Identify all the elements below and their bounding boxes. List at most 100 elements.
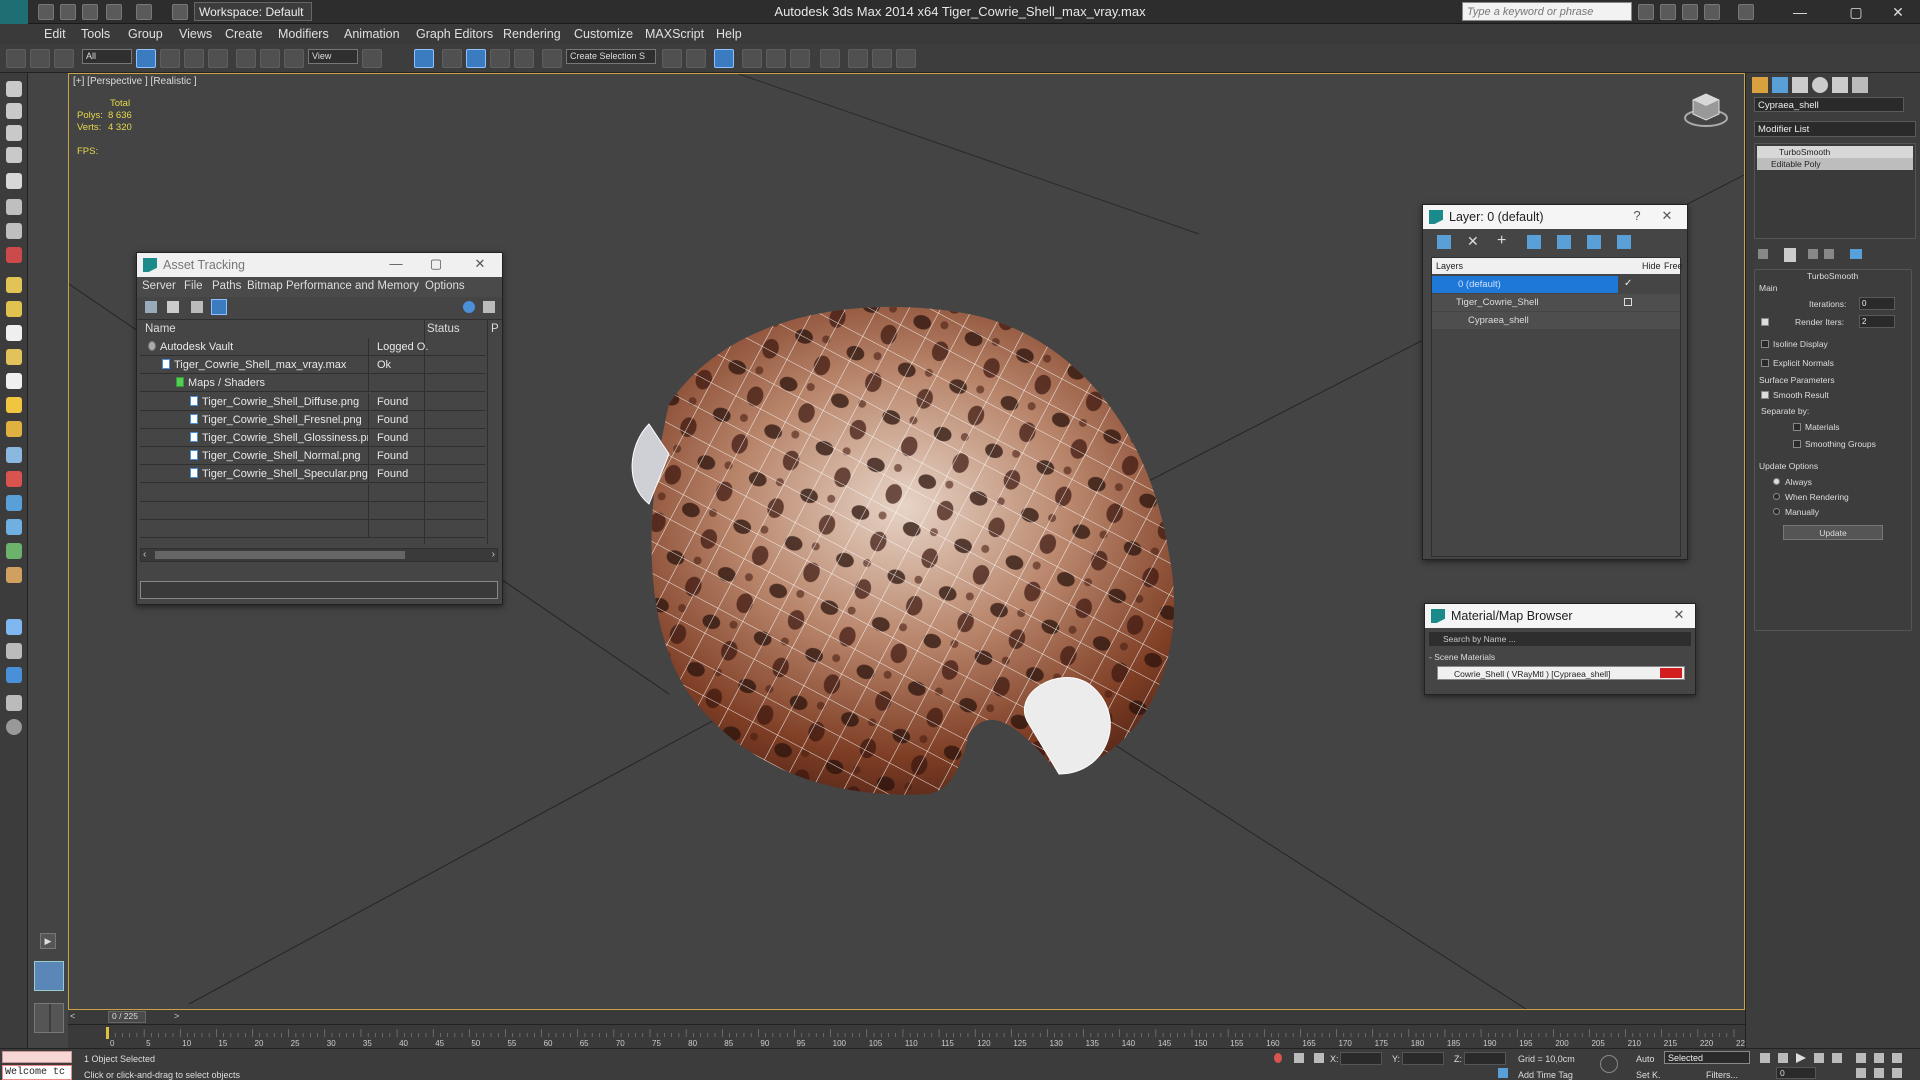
- strip-tool-5-icon[interactable]: [6, 173, 22, 189]
- smoothing-groups-checkbox[interactable]: [1793, 440, 1801, 448]
- open-file-icon[interactable]: [60, 4, 76, 20]
- asset-menu-paths[interactable]: Paths: [212, 280, 241, 292]
- prev-frame-icon[interactable]: <: [70, 1011, 75, 1021]
- asset-row[interactable]: [140, 520, 485, 538]
- render-setup-icon[interactable]: [848, 49, 868, 68]
- snaps-toggle-icon[interactable]: [442, 49, 462, 68]
- scroll-right-icon[interactable]: ›: [492, 549, 495, 560]
- play-icon[interactable]: [1796, 1053, 1806, 1063]
- viewport-layout-icon[interactable]: [34, 961, 64, 991]
- strip-tool-13-icon[interactable]: [6, 373, 22, 389]
- menu-tools[interactable]: Tools: [81, 27, 110, 41]
- isoline-display-checkbox[interactable]: [1761, 340, 1769, 348]
- asset-row[interactable]: Tiger_Cowrie_Shell_Diffuse.png Found: [140, 392, 485, 411]
- reference-coordinate-dropdown[interactable]: View: [308, 49, 358, 64]
- strip-tool-3-icon[interactable]: [6, 125, 22, 141]
- project-folder-icon[interactable]: [172, 4, 188, 20]
- set-key-button[interactable]: Set K.: [1636, 1070, 1661, 1080]
- strip-tool-17-icon[interactable]: [6, 471, 22, 487]
- select-by-name-icon[interactable]: [160, 49, 180, 68]
- asset-row[interactable]: Tiger_Cowrie_Shell_Glossiness.png Found: [140, 429, 485, 447]
- layout-grid-icon[interactable]: [34, 1003, 64, 1033]
- asset-menu-bitmap[interactable]: Bitmap Performance and Memory: [247, 280, 419, 292]
- menu-rendering[interactable]: Rendering: [503, 27, 561, 41]
- layer-row-cypraea[interactable]: Cypraea_shell: [1432, 312, 1680, 329]
- add-to-layer-icon[interactable]: +: [1497, 232, 1506, 250]
- search-input[interactable]: Type a keyword or phrase: [1462, 2, 1632, 21]
- delete-layer-icon[interactable]: ✕: [1467, 233, 1479, 250]
- window-crossing-icon[interactable]: [208, 49, 228, 68]
- object-name-field[interactable]: Cypraea_shell: [1754, 97, 1904, 112]
- selection-filter-dropdown[interactable]: All: [82, 49, 132, 64]
- menu-help[interactable]: Help: [716, 27, 742, 41]
- layer-col-free[interactable]: Free: [1664, 261, 1683, 271]
- strip-tool-21-icon[interactable]: [6, 567, 22, 583]
- link-icon[interactable]: [6, 49, 26, 68]
- asset-hscrollbar[interactable]: ‹ ›: [140, 548, 498, 562]
- spinner-snap-icon[interactable]: [514, 49, 534, 68]
- menu-maxscript[interactable]: MAXScript: [645, 27, 704, 41]
- manually-radio[interactable]: [1773, 508, 1780, 515]
- asset-row[interactable]: Tiger_Cowrie_Shell_Normal.png Found: [140, 447, 485, 466]
- maxscript-listener-field[interactable]: Welcome tc: [2, 1065, 72, 1080]
- app-logo-icon[interactable]: [0, 0, 28, 24]
- render-iters-spinner[interactable]: 2: [1859, 315, 1895, 328]
- strip-tool-10-icon[interactable]: [6, 301, 22, 317]
- iterations-spinner[interactable]: 0: [1859, 297, 1895, 310]
- menu-group[interactable]: Group: [128, 27, 163, 41]
- asset-tool-1-icon[interactable]: [145, 301, 157, 313]
- maximize-viewport-icon[interactable]: [1892, 1053, 1902, 1063]
- z-coord-field[interactable]: [1464, 1052, 1506, 1065]
- asset-row[interactable]: Tiger_Cowrie_Shell_Fresnel.png Found: [140, 410, 485, 429]
- select-manipulate-icon[interactable]: [414, 49, 434, 68]
- asset-maximize-icon[interactable]: ▢: [424, 256, 448, 274]
- layer-row-tiger[interactable]: Tiger_Cowrie_Shell: [1432, 294, 1680, 311]
- asset-header-p[interactable]: P: [491, 323, 499, 335]
- strip-tool-14-icon[interactable]: [6, 397, 22, 413]
- current-time-marker[interactable]: [106, 1027, 109, 1039]
- active-layer-check-icon[interactable]: ✓: [1624, 278, 1632, 289]
- tools-icon[interactable]: [1682, 4, 1698, 20]
- asset-header-status[interactable]: Status: [427, 323, 460, 335]
- asset-tool-2-icon[interactable]: [167, 301, 179, 313]
- strip-tool-11-icon[interactable]: [6, 325, 22, 341]
- scene-materials-header[interactable]: - Scene Materials: [1429, 652, 1495, 662]
- key-mode-icon[interactable]: [1600, 1055, 1618, 1073]
- layer-explorer-icon[interactable]: [714, 49, 734, 68]
- save-icon[interactable]: [82, 4, 98, 20]
- asset-header-name[interactable]: Name: [145, 323, 176, 335]
- graphite-ribbon-icon[interactable]: [742, 49, 762, 68]
- track-bar[interactable]: 0 5 10 15 20 25 30 35 40 45 50 55 60 65 70 75 80 85 90 95 10…: [68, 1024, 1750, 1048]
- asset-close-icon[interactable]: ✕: [468, 256, 492, 274]
- edit-named-selection-icon[interactable]: [542, 49, 562, 68]
- turbosmooth-rollout-title[interactable]: TurboSmooth: [1807, 271, 1858, 281]
- redo-icon[interactable]: [136, 4, 152, 20]
- menu-graph-editors[interactable]: Graph Editors: [416, 27, 493, 41]
- smooth-result-checkbox[interactable]: [1761, 391, 1769, 399]
- new-file-icon[interactable]: [38, 4, 54, 20]
- layer-help-icon[interactable]: ?: [1625, 208, 1649, 226]
- scale-icon[interactable]: [284, 49, 304, 68]
- cowrie-shell-model[interactable]: [589, 254, 1289, 814]
- asset-row[interactable]: [140, 501, 485, 520]
- asset-tracking-titlebar[interactable]: Asset Tracking — ▢ ✕: [137, 253, 502, 277]
- zoom-all-icon[interactable]: [1874, 1053, 1884, 1063]
- star-icon[interactable]: [1704, 4, 1720, 20]
- configure-sets-icon[interactable]: [1850, 249, 1862, 259]
- pin-stack-icon[interactable]: [1758, 249, 1768, 259]
- viewcube-icon[interactable]: [1683, 88, 1729, 128]
- current-frame-field[interactable]: 0: [1776, 1067, 1816, 1079]
- unlink-icon[interactable]: [30, 49, 50, 68]
- strip-tool-18-icon[interactable]: [6, 495, 22, 511]
- layer-row-default[interactable]: 0 (default) ✓: [1432, 276, 1680, 293]
- strip-help-icon[interactable]: [6, 719, 22, 735]
- create-tab-icon[interactable]: [1752, 77, 1768, 93]
- bind-spacewarp-icon[interactable]: [54, 49, 74, 68]
- maximize-icon[interactable]: ▢: [1836, 2, 1876, 22]
- explicit-normals-checkbox[interactable]: [1761, 359, 1769, 367]
- asset-pin-icon[interactable]: [483, 301, 495, 313]
- scroll-left-icon[interactable]: ‹: [143, 549, 146, 560]
- strip-tool-8-icon[interactable]: [6, 247, 22, 263]
- menu-customize[interactable]: Customize: [574, 27, 633, 41]
- select-in-layer-icon[interactable]: [1527, 235, 1541, 249]
